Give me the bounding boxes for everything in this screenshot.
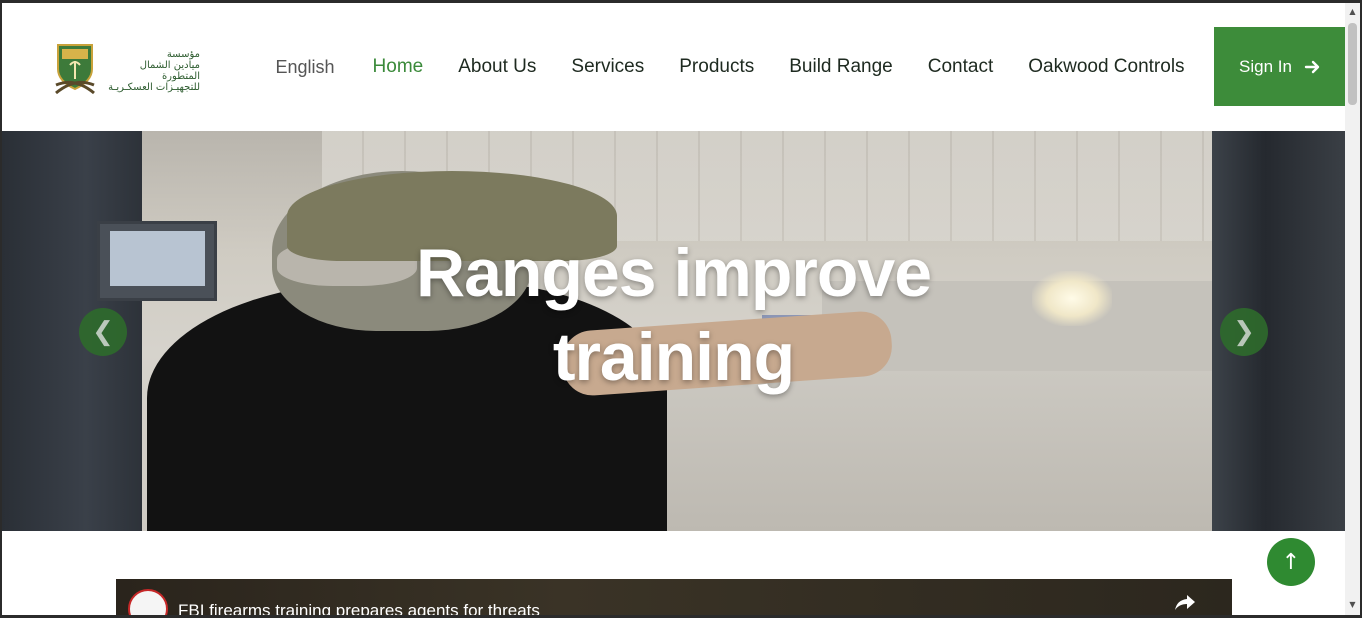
main-nav: English Home About Us Services Products … bbox=[258, 3, 1202, 131]
back-to-top-button[interactable]: ↑ bbox=[1267, 538, 1315, 586]
arrow-right-icon bbox=[1304, 60, 1320, 73]
hero-title-line-2: training bbox=[552, 319, 795, 395]
nav-home[interactable]: Home bbox=[355, 56, 441, 78]
logo-line-2: ميادين الشمال المتطورة bbox=[139, 60, 200, 82]
nav-build-range[interactable]: Build Range bbox=[772, 56, 911, 78]
site-logo[interactable]: مؤسسة ميادين الشمال المتطورة للتجهيـزات … bbox=[50, 39, 210, 99]
logo-line-1: مؤسسة bbox=[166, 49, 200, 60]
hero-title-line-1: Ranges improve bbox=[415, 235, 932, 311]
nav-contact[interactable]: Contact bbox=[910, 56, 1010, 78]
nav-about-us[interactable]: About Us bbox=[441, 56, 554, 78]
nav-products[interactable]: Products bbox=[662, 56, 772, 78]
scroll-down-arrow-icon[interactable]: ▼ bbox=[1348, 600, 1357, 610]
arrow-up-icon: ↑ bbox=[1281, 549, 1301, 575]
scroll-up-arrow-icon[interactable]: ▲ bbox=[1348, 7, 1357, 17]
chevron-right-icon: ❯ bbox=[1233, 317, 1255, 347]
sign-in-button[interactable]: Sign In bbox=[1214, 27, 1345, 106]
site-header: مؤسسة ميادين الشمال المتطورة للتجهيـزات … bbox=[2, 3, 1345, 131]
nav-oakwood-controls[interactable]: Oakwood Controls bbox=[1011, 56, 1202, 78]
video-title[interactable]: FBI firearms training prepares agents fo… bbox=[178, 601, 540, 615]
video-channel-avatar[interactable] bbox=[128, 589, 168, 615]
chevron-left-icon: ❮ bbox=[92, 317, 114, 347]
hero-carousel: Ranges improve training ❮ ❯ bbox=[2, 131, 1345, 531]
sign-in-label: Sign In bbox=[1239, 56, 1292, 76]
browser-viewport: مؤسسة ميادين الشمال المتطورة للتجهيـزات … bbox=[2, 3, 1345, 615]
language-switch[interactable]: English bbox=[258, 57, 352, 78]
embedded-video[interactable]: FBI firearms training prepares agents fo… bbox=[116, 579, 1232, 615]
shield-crossed-swords-icon bbox=[55, 44, 95, 95]
nav-services[interactable]: Services bbox=[554, 56, 662, 78]
scroll-thumb[interactable] bbox=[1348, 23, 1357, 105]
carousel-prev-button[interactable]: ❮ bbox=[79, 308, 127, 356]
hero-title: Ranges improve training bbox=[2, 231, 1345, 399]
logo-line-3: للتجهيـزات العسكـريـة bbox=[108, 82, 200, 93]
carousel-next-button[interactable]: ❯ bbox=[1220, 308, 1268, 356]
share-icon[interactable] bbox=[1174, 593, 1196, 611]
logo-text: مؤسسة ميادين الشمال المتطورة للتجهيـزات … bbox=[104, 49, 200, 93]
page-scrollbar[interactable]: ▲ ▼ bbox=[1345, 3, 1360, 615]
